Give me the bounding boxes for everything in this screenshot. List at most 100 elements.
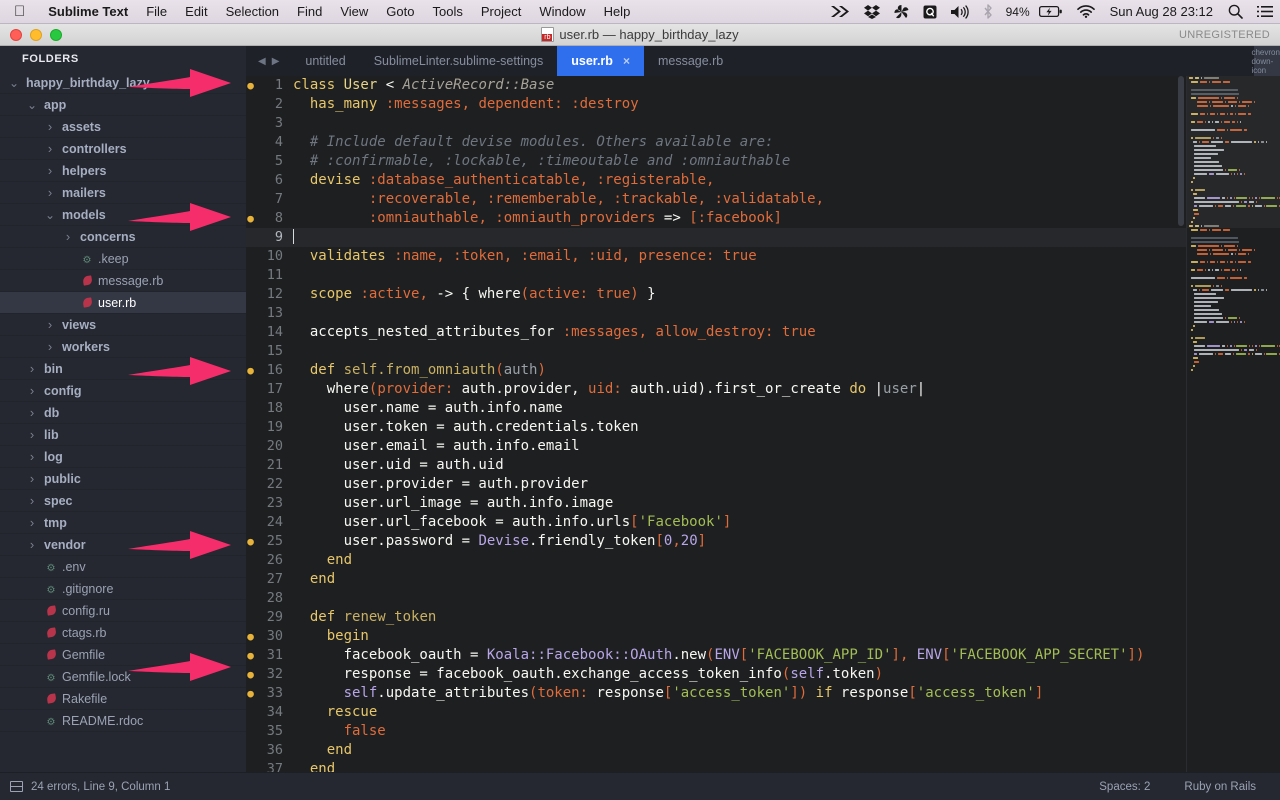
chevron-right-icon[interactable]: › <box>44 119 56 134</box>
tab-untitled[interactable]: untitled <box>291 46 360 76</box>
notification-center-icon[interactable] <box>1250 0 1280 24</box>
chevron-right-icon[interactable]: › <box>44 185 56 200</box>
pinwheel-icon[interactable] <box>887 0 916 24</box>
status-indent[interactable]: Spaces: 2 <box>1099 781 1150 793</box>
tab-sublimelinter-sublime-settings[interactable]: SublimeLinter.sublime-settings <box>359 46 558 76</box>
tree-item-lib[interactable]: › lib <box>0 424 246 446</box>
code-line[interactable]: 2 has_many :messages, dependent: :destro… <box>246 95 1186 114</box>
code-line[interactable]: 35 false <box>246 722 1186 741</box>
menu-item-goto[interactable]: Goto <box>377 4 423 19</box>
editor-tab-bar[interactable]: ◀ ▶ untitled SublimeLinter.sublime-settin… <box>246 46 1280 76</box>
apple-logo-icon[interactable]:  <box>0 4 39 19</box>
code-line[interactable]: ● 32 response = facebook_oauth.exchange_a… <box>246 665 1186 684</box>
code-line[interactable]: 19 user.token = auth.credentials.token <box>246 418 1186 437</box>
code-line[interactable]: 6 devise :database_authenticatable, :reg… <box>246 171 1186 190</box>
chevron-right-icon[interactable]: › <box>44 163 56 178</box>
menubar-clock[interactable]: Sun Aug 28 23:12 <box>1102 4 1221 19</box>
tree-item-rakefile[interactable]: Rakefile <box>0 688 246 710</box>
code-line[interactable]: ● 25 user.password = Devise.friendly_toke… <box>246 532 1186 551</box>
code-line[interactable]: 28 <box>246 589 1186 608</box>
tree-item-views[interactable]: › views <box>0 314 246 336</box>
wifi-icon[interactable] <box>1070 0 1102 24</box>
menu-item-find[interactable]: Find <box>288 4 331 19</box>
tree-item-gemfile[interactable]: Gemfile <box>0 644 246 666</box>
tree-item-public[interactable]: › public <box>0 468 246 490</box>
code-line[interactable]: 23 user.url_image = auth.info.image <box>246 494 1186 513</box>
chevron-down-icon[interactable]: ⌄ <box>44 209 56 221</box>
code-minimap[interactable] <box>1186 76 1280 772</box>
chevron-right-icon[interactable]: › <box>26 449 38 464</box>
spotlight-search-icon[interactable] <box>1221 0 1250 24</box>
code-line[interactable]: 13 <box>246 304 1186 323</box>
tree-item-log[interactable]: › log <box>0 446 246 468</box>
code-line[interactable]: ● 33 self.update_attributes(token: respon… <box>246 684 1186 703</box>
tree-item--keep[interactable]: ⚙ .keep <box>0 248 246 270</box>
code-line[interactable]: 3 <box>246 114 1186 133</box>
tree-item--env[interactable]: ⚙ .env <box>0 556 246 578</box>
tree-item-config-ru[interactable]: config.ru <box>0 600 246 622</box>
menu-item-view[interactable]: View <box>331 4 377 19</box>
chevron-right-icon[interactable]: › <box>26 515 38 530</box>
tree-item--gitignore[interactable]: ⚙ .gitignore <box>0 578 246 600</box>
menu-item-selection[interactable]: Selection <box>217 4 288 19</box>
chevron-right-icon[interactable]: › <box>26 537 38 552</box>
tree-item-db[interactable]: › db <box>0 402 246 424</box>
tree-item-models[interactable]: ⌄ models <box>0 204 246 226</box>
code-line[interactable]: 4 # Include default devise modules. Othe… <box>246 133 1186 152</box>
code-line[interactable]: 37 end <box>246 760 1186 772</box>
menu-item-project[interactable]: Project <box>472 4 530 19</box>
code-line[interactable]: ● 31 facebook_oauth = Koala::Facebook::OA… <box>246 646 1186 665</box>
status-syntax[interactable]: Ruby on Rails <box>1184 781 1256 793</box>
tree-item-happy-birthday-lazy[interactable]: ⌄ happy_birthday_lazy <box>0 72 246 94</box>
panel-layout-icon[interactable] <box>10 781 23 792</box>
code-line[interactable]: 7 :recoverable, :rememberable, :trackabl… <box>246 190 1186 209</box>
code-line[interactable]: 15 <box>246 342 1186 361</box>
tree-item-config[interactable]: › config <box>0 380 246 402</box>
menu-item-help[interactable]: Help <box>595 4 640 19</box>
chevron-right-icon[interactable]: › <box>26 361 38 376</box>
code-line[interactable]: 10 validates :name, :token, :email, :uid… <box>246 247 1186 266</box>
dropbox-icon[interactable] <box>857 0 887 24</box>
code-line[interactable]: 12 scope :active, -> { where(active: tru… <box>246 285 1186 304</box>
code-line[interactable]: 21 user.uid = auth.uid <box>246 456 1186 475</box>
chevron-right-icon[interactable]: › <box>26 493 38 508</box>
nav-back-icon[interactable]: ◀ <box>258 56 266 67</box>
tree-item-mailers[interactable]: › mailers <box>0 182 246 204</box>
tree-item-vendor[interactable]: › vendor <box>0 534 246 556</box>
code-line[interactable]: 24 user.url_facebook = auth.info.urls['F… <box>246 513 1186 532</box>
chevron-down-icon[interactable]: ⌄ <box>26 99 38 111</box>
nav-forward-icon[interactable]: ▶ <box>272 56 280 67</box>
code-line[interactable]: ● 30 begin <box>246 627 1186 646</box>
code-line[interactable]: 11 <box>246 266 1186 285</box>
tree-item-message-rb[interactable]: message.rb <box>0 270 246 292</box>
tab-list[interactable]: untitled SublimeLinter.sublime-settings us… <box>291 46 738 76</box>
tree-item-helpers[interactable]: › helpers <box>0 160 246 182</box>
editor-vertical-scrollbar[interactable] <box>1178 76 1184 772</box>
code-line[interactable]: 26 end <box>246 551 1186 570</box>
tree-item-concerns[interactable]: › concerns <box>0 226 246 248</box>
code-editor[interactable]: ● 1 class User < ActiveRecord::Base 2 has_m… <box>246 76 1280 772</box>
volume-icon[interactable] <box>944 0 976 24</box>
menu-item-file[interactable]: File <box>137 4 176 19</box>
chevron-right-icon[interactable]: › <box>26 427 38 442</box>
scrollbar-thumb[interactable] <box>1178 76 1184 226</box>
tree-item-controllers[interactable]: › controllers <box>0 138 246 160</box>
tree-item-user-rb[interactable]: user.rb <box>0 292 246 314</box>
code-line[interactable]: 17 where(provider: auth.provider, uid: a… <box>246 380 1186 399</box>
chevron-right-icon[interactable]: › <box>26 405 38 420</box>
tree-item-assets[interactable]: › assets <box>0 116 246 138</box>
chevron-down-icon[interactable]: chevron-down-icon <box>1251 46 1280 76</box>
tab-user-rb[interactable]: user.rb × <box>557 46 644 76</box>
code-line[interactable]: 36 end <box>246 741 1186 760</box>
chevron-right-icon[interactable]: › <box>44 141 56 156</box>
chevron-down-icon[interactable]: ⌄ <box>8 77 20 89</box>
code-line[interactable]: 20 user.email = auth.info.email <box>246 437 1186 456</box>
code-line[interactable]: 9 <box>246 228 1186 247</box>
code-line[interactable]: ● 8 :omniauthable, :omniauth_providers =>… <box>246 209 1186 228</box>
menu-item-window[interactable]: Window <box>530 4 594 19</box>
tree-item-spec[interactable]: › spec <box>0 490 246 512</box>
code-text-area[interactable]: ● 1 class User < ActiveRecord::Base 2 has_m… <box>246 76 1186 772</box>
code-line[interactable]: 14 accepts_nested_attributes_for :messag… <box>246 323 1186 342</box>
code-line[interactable]: ● 1 class User < ActiveRecord::Base <box>246 76 1186 95</box>
code-line[interactable]: 5 # :confirmable, :lockable, :timeoutabl… <box>246 152 1186 171</box>
